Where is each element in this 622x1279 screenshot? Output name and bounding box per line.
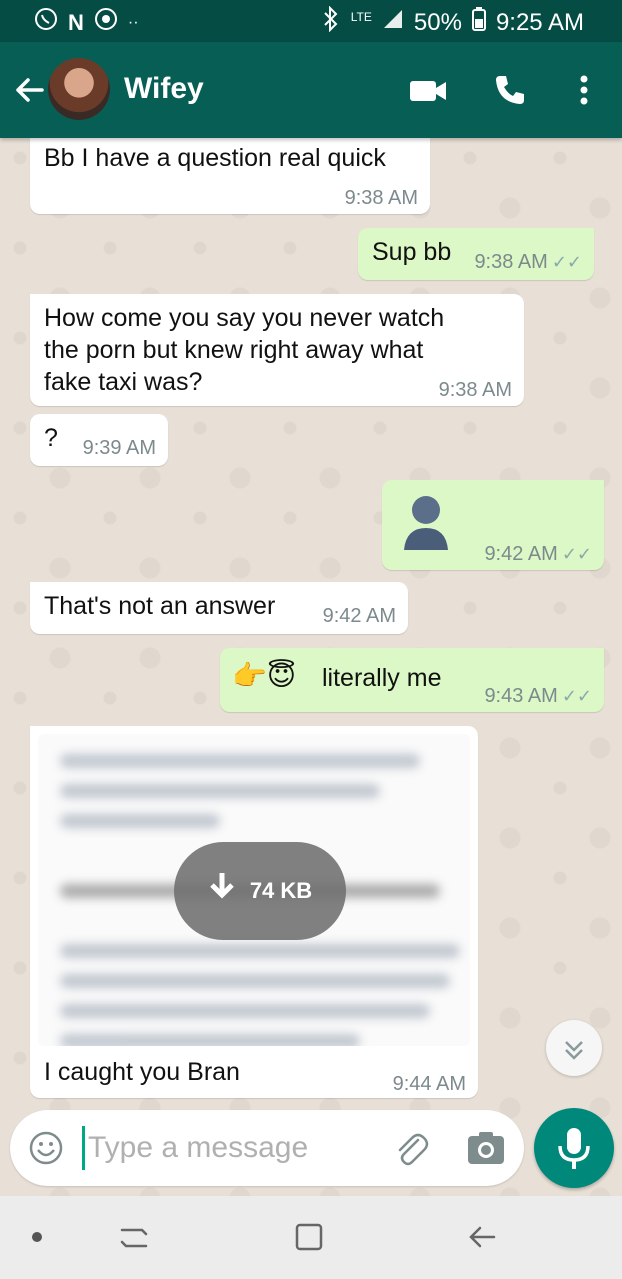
- whatsapp-notification-icon: [34, 7, 58, 38]
- outgoing-message[interactable]: 👉😇 literally me 9:43 AM ✓✓: [220, 648, 604, 712]
- message-text: literally me: [322, 664, 442, 692]
- double-check-icon: ✓✓: [551, 252, 582, 272]
- incoming-message[interactable]: Bb I have a question real quick 9:38 AM: [30, 138, 430, 214]
- message-line: the porn but knew right away what: [44, 336, 424, 364]
- video-call-icon[interactable]: [408, 78, 448, 104]
- download-button[interactable]: 74 KB: [174, 842, 346, 940]
- silhouette-emoji-icon: [402, 494, 450, 550]
- incoming-message[interactable]: How come you say you never watch the por…: [30, 294, 524, 406]
- incoming-message[interactable]: That's not an answer 9:42 AM: [30, 582, 408, 634]
- blurred-image-preview[interactable]: 74 KB: [38, 734, 470, 1046]
- mic-button[interactable]: [534, 1108, 614, 1188]
- message-text: Bb I have a question real quick: [44, 144, 386, 172]
- bluetooth-icon: [321, 5, 341, 39]
- signal-icon: [382, 8, 404, 37]
- attach-icon[interactable]: [390, 1128, 430, 1168]
- clock: 9:25 AM: [495, 8, 584, 36]
- message-time: 9:42 AM: [484, 543, 558, 565]
- nav-dot: [32, 1232, 42, 1242]
- message-time: 9:44 AM: [392, 1073, 466, 1095]
- image-caption: I caught you Bran: [44, 1058, 240, 1086]
- back-nav-icon[interactable]: [466, 1222, 498, 1252]
- double-check-icon: ✓✓: [561, 544, 592, 564]
- more-notifications-icon: ··: [127, 13, 139, 31]
- message-meta: 9:42 AM ✓✓: [484, 538, 592, 570]
- incoming-message[interactable]: ? 9:39 AM: [30, 414, 168, 466]
- message-text: ?: [44, 424, 58, 452]
- message-time: 9:38 AM: [344, 187, 418, 209]
- contact-avatar[interactable]: [48, 58, 110, 120]
- message-input[interactable]: [88, 1128, 388, 1168]
- home-icon[interactable]: [294, 1222, 324, 1252]
- voice-call-icon[interactable]: [492, 72, 528, 108]
- message-line: fake taxi was?: [44, 368, 203, 396]
- contact-name[interactable]: Wifey: [124, 72, 204, 106]
- incoming-image-message[interactable]: 74 KB I caught you Bran 9:44 AM: [30, 726, 478, 1098]
- chrome-notification-icon: [94, 7, 118, 38]
- text-cursor: [82, 1126, 85, 1170]
- scroll-to-bottom-button[interactable]: [546, 1020, 602, 1076]
- battery-icon: [471, 7, 486, 38]
- message-meta: 9:38 AM ✓✓: [474, 246, 582, 278]
- message-time: 9:39 AM: [82, 437, 156, 459]
- message-time: 9:42 AM: [322, 605, 396, 627]
- message-text: Sup bb: [372, 238, 452, 266]
- outgoing-message[interactable]: 9:42 AM ✓✓: [382, 480, 604, 570]
- more-options-icon[interactable]: [572, 72, 596, 108]
- message-meta: 9:43 AM ✓✓: [484, 680, 592, 712]
- n-notification-icon: N: [68, 9, 84, 35]
- message-time: 9:38 AM: [438, 379, 512, 401]
- emoji-icon[interactable]: [28, 1130, 64, 1166]
- lte-label: LTE: [350, 9, 372, 24]
- message-input-bar: [10, 1110, 524, 1186]
- chat-area[interactable]: Bb I have a question real quick 9:38 AM …: [0, 138, 622, 1196]
- download-size: 74 KB: [249, 878, 313, 903]
- outgoing-message[interactable]: Sup bb 9:38 AM ✓✓: [358, 228, 594, 280]
- message-text: That's not an answer: [44, 592, 276, 620]
- system-nav-bar: [0, 1196, 622, 1279]
- double-check-icon: ✓✓: [561, 686, 592, 706]
- message-line: How come you say you never watch: [44, 304, 445, 332]
- chat-header: Wifey: [0, 42, 622, 138]
- battery-percent: 50%: [413, 8, 462, 36]
- back-arrow-icon[interactable]: [12, 72, 48, 108]
- message-time: 9:43 AM: [484, 685, 558, 707]
- recent-apps-icon[interactable]: [118, 1224, 150, 1252]
- download-icon: [208, 871, 236, 912]
- camera-icon[interactable]: [466, 1128, 506, 1168]
- status-bar: N ·· LTE 50% 9:25 AM: [0, 0, 622, 42]
- emoji-sequence: 👉😇: [232, 660, 297, 691]
- message-time: 9:38 AM: [474, 251, 548, 273]
